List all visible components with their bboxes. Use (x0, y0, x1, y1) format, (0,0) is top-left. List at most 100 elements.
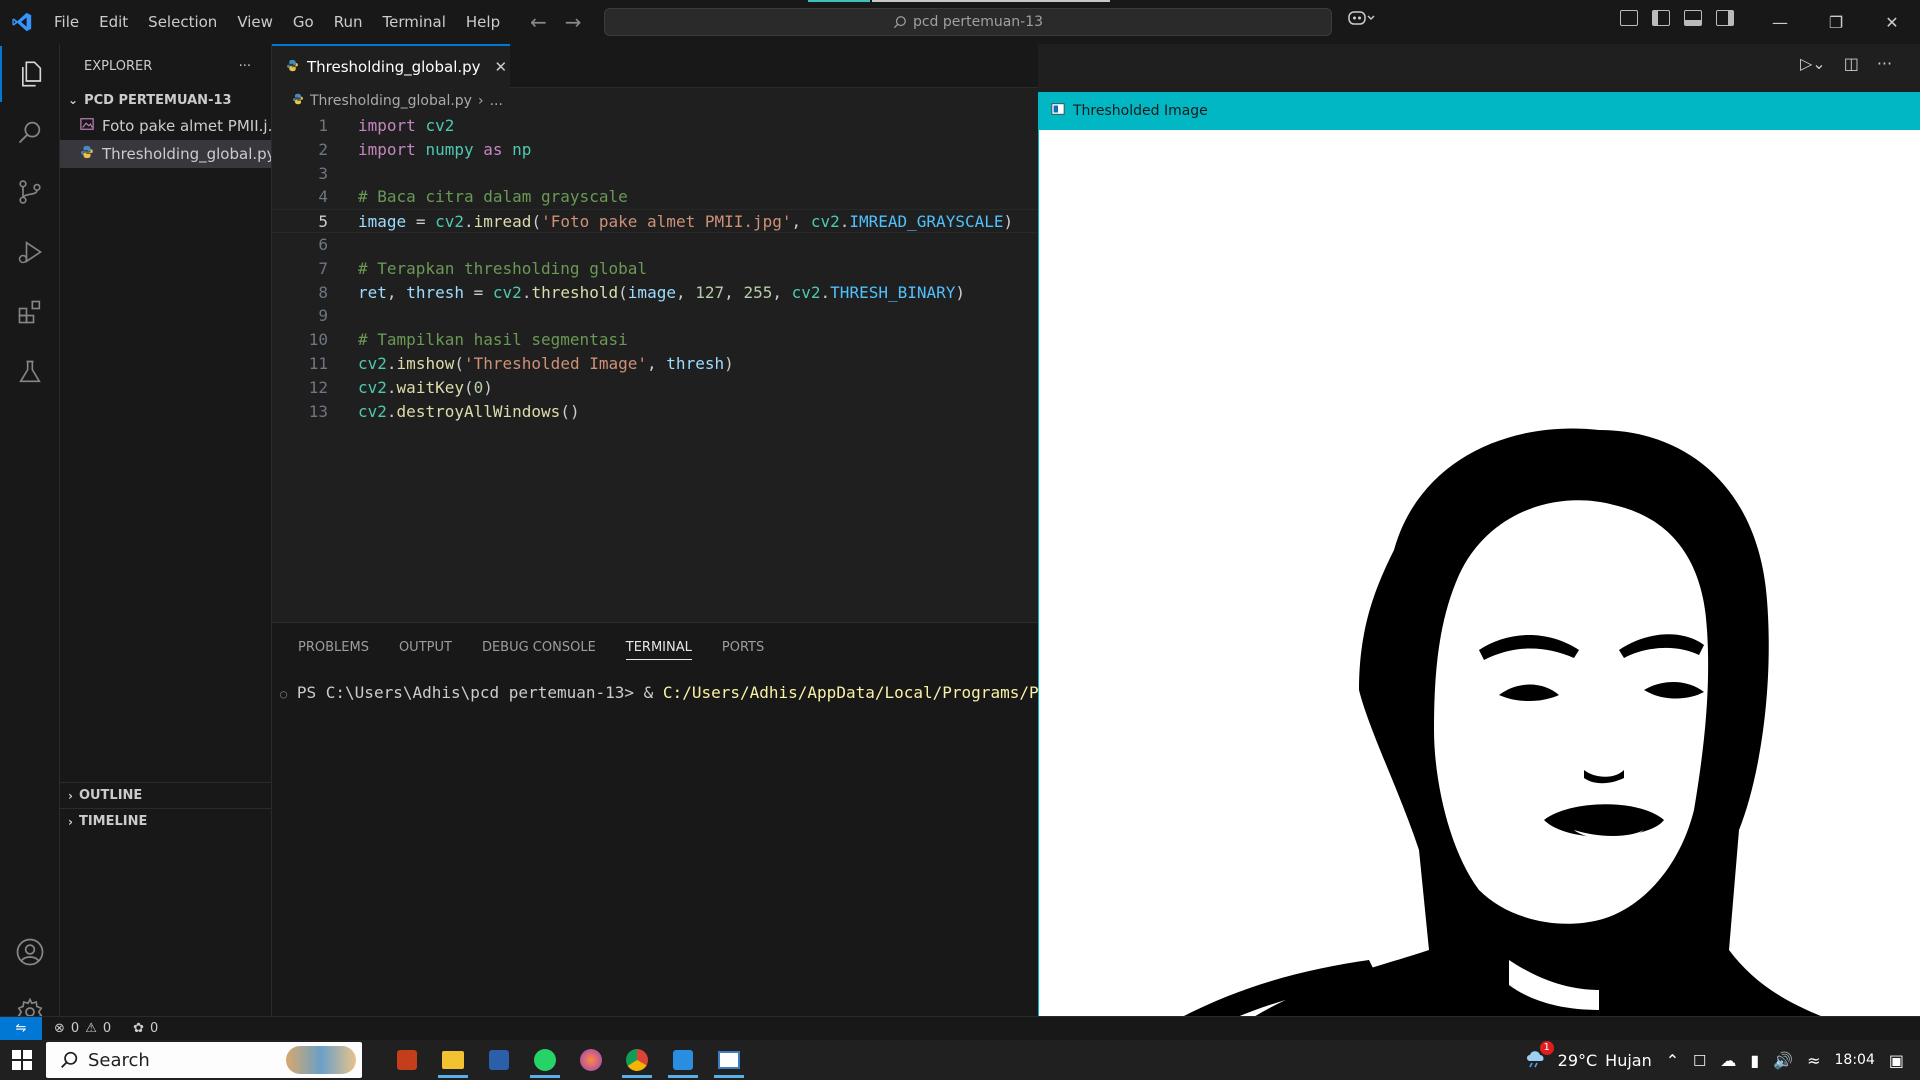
menu-help[interactable]: Help (456, 0, 510, 44)
minimize-icon[interactable]: — (1752, 0, 1808, 44)
file-explorer-icon[interactable] (430, 1040, 476, 1080)
notifications-icon[interactable]: ▣ (1889, 1051, 1904, 1070)
line-number: 6 (318, 234, 328, 254)
tab-ports[interactable]: PORTS (722, 640, 764, 655)
ports-status[interactable]: ✿ 0 (111, 1021, 158, 1036)
code-line[interactable]: 12 cv2.waitKey(0) (272, 376, 1038, 400)
volume-icon[interactable]: 🔊 (1773, 1051, 1793, 1070)
battery-icon[interactable]: ▮ (1750, 1051, 1759, 1070)
clock-time[interactable]: 18:04 (1835, 1052, 1875, 1068)
onedrive-cloud-icon[interactable]: ☁ (1720, 1051, 1736, 1070)
title-accent-bar-2 (872, 0, 1110, 2)
chevron-up-icon[interactable]: ⌃ (1666, 1051, 1679, 1070)
code-line[interactable]: 7 # Terapkan thresholding global (272, 257, 1038, 281)
close-icon[interactable]: ✕ (1864, 0, 1920, 44)
code-line[interactable]: 6 (272, 233, 1038, 257)
code-line[interactable]: 11 cv2.imshow('Thresholded Image', thresh… (272, 352, 1038, 376)
code-line[interactable]: 9 (272, 304, 1038, 328)
toggle-sidebar-icon[interactable] (1652, 10, 1670, 26)
code-text: ret, thresh = cv2.threshold(image, 127, … (358, 282, 966, 302)
tab-thresholding-global[interactable]: Thresholding_global.py ✕ (272, 44, 510, 88)
taskbar-search[interactable]: Search (46, 1042, 362, 1078)
command-center-search[interactable]: pcd pertemuan-13 (604, 8, 1332, 36)
more-actions-icon[interactable]: ··· (239, 59, 251, 74)
tab-terminal[interactable]: TERMINAL (625, 635, 692, 660)
menu-view[interactable]: View (227, 0, 283, 44)
customize-layout-icon[interactable] (1620, 10, 1638, 26)
code-line[interactable]: 8 ret, thresh = cv2.threshold(image, 127,… (272, 281, 1038, 305)
code-line[interactable]: 5 image = cv2.imread('Foto pake almet PMI… (272, 209, 1038, 233)
code-line[interactable]: 13 cv2.destroyAllWindows() (272, 400, 1038, 424)
remote-indicator-icon[interactable]: ⇋ (0, 1016, 42, 1041)
line-number: 4 (318, 187, 328, 207)
toggle-panel-icon[interactable] (1684, 10, 1702, 26)
code-line[interactable]: 4 # Baca citra dalam grayscale (272, 185, 1038, 209)
run-debug-icon[interactable] (0, 224, 60, 280)
powerpoint-icon[interactable] (384, 1040, 430, 1080)
menu-run[interactable]: Run (324, 0, 373, 44)
opencv-window[interactable]: Thresholded Image (1038, 92, 1920, 1042)
search-icon[interactable] (0, 104, 60, 160)
file-item-thresholding-global[interactable]: Thresholding_global.py (60, 140, 271, 168)
system-tray: 1 29°C Hujan ⌃ □ ☁ ▮ 🔊 ≈ 18:04 ▣ (1524, 1040, 1920, 1080)
vscode-taskbar-icon[interactable] (660, 1040, 706, 1080)
cv-window-titlebar[interactable]: Thresholded Image (1039, 92, 1920, 130)
folder-pcd-pertemuan-13[interactable]: ⌄ PCD PERTEMUAN-13 (60, 88, 271, 112)
menu-terminal[interactable]: Terminal (373, 0, 456, 44)
chrome-icon[interactable] (614, 1040, 660, 1080)
tab-debug-console[interactable]: DEBUG CONSOLE (482, 640, 596, 655)
code-line[interactable]: 2 import numpy as np (272, 138, 1038, 162)
explorer-icon[interactable] (0, 46, 60, 102)
code-editor[interactable]: 1 import cv2 2 import numpy as np 3 4 # Baca c… (272, 114, 1038, 423)
code-line[interactable]: 3 (272, 162, 1038, 186)
testing-flask-icon[interactable] (0, 344, 60, 400)
problems-status[interactable]: ⊗ 0 ⚠ 0 (42, 1021, 111, 1036)
wifi-icon[interactable]: ≈ (1807, 1051, 1820, 1070)
account-icon[interactable] (0, 924, 60, 980)
tab-problems[interactable]: PROBLEMS (298, 640, 369, 655)
run-python-file-icon[interactable]: ▷⌄ (1800, 54, 1826, 73)
code-line[interactable]: 1 import cv2 (272, 114, 1038, 138)
menu-edit[interactable]: Edit (89, 0, 138, 44)
tab-close-icon[interactable]: ✕ (495, 58, 508, 76)
breadcrumb-symbols[interactable]: ... (490, 93, 503, 109)
line-number: 1 (318, 116, 328, 135)
timeline-section[interactable]: › TIMELINE (60, 808, 272, 834)
menu-bar: File Edit Selection View Go Run Terminal… (44, 0, 510, 44)
more-actions-icon[interactable]: ··· (1877, 54, 1892, 73)
terminal-prompt: PS C:\Users\Adhis\pcd pertemuan-13> (296, 683, 644, 702)
python-window-taskbar-icon[interactable] (706, 1040, 752, 1080)
breadcrumb-file[interactable]: Thresholding_global.py (310, 93, 472, 109)
tab-output[interactable]: OUTPUT (399, 640, 452, 655)
weather-temp: 29°C (1557, 1050, 1598, 1070)
word-icon[interactable] (476, 1040, 522, 1080)
copilot-icon[interactable] (1348, 10, 1376, 30)
python-file-icon (292, 93, 304, 109)
menu-selection[interactable]: Selection (138, 0, 227, 44)
split-editor-icon[interactable]: ◫ (1844, 54, 1859, 73)
line-number: 5 (318, 212, 328, 232)
toggle-secondary-sidebar-icon[interactable] (1716, 10, 1734, 26)
back-arrow-icon[interactable]: ← (530, 10, 547, 34)
restore-icon[interactable]: ❐ (1808, 0, 1864, 44)
warning-count: 0 (102, 1021, 112, 1036)
firefox-icon[interactable] (568, 1040, 614, 1080)
windows-start-icon[interactable] (0, 1040, 44, 1080)
phone-link-icon[interactable]: □ (1693, 1052, 1706, 1068)
menu-file[interactable]: File (44, 0, 89, 44)
whatsapp-icon[interactable] (522, 1040, 568, 1080)
thresholded-portrait-image (1039, 130, 1920, 1042)
code-line[interactable]: 10 # Tampilkan hasil segmentasi (272, 328, 1038, 352)
terminal-output[interactable]: ○ PS C:\Users\Adhis\pcd pertemuan-13> & … (272, 671, 1038, 702)
extensions-icon[interactable] (0, 284, 60, 340)
terminal-status-dot-icon: ○ (280, 687, 288, 701)
file-item-foto[interactable]: Foto pake almet PMII.j... (60, 112, 271, 140)
outline-section[interactable]: › OUTLINE (60, 782, 272, 808)
forward-arrow-icon[interactable]: → (565, 10, 582, 34)
menu-go[interactable]: Go (283, 0, 324, 44)
source-control-icon[interactable] (0, 164, 60, 220)
search-icon (61, 1051, 78, 1068)
weather-widget[interactable]: 1 29°C Hujan (1524, 1041, 1652, 1073)
line-number: 7 (318, 258, 328, 278)
